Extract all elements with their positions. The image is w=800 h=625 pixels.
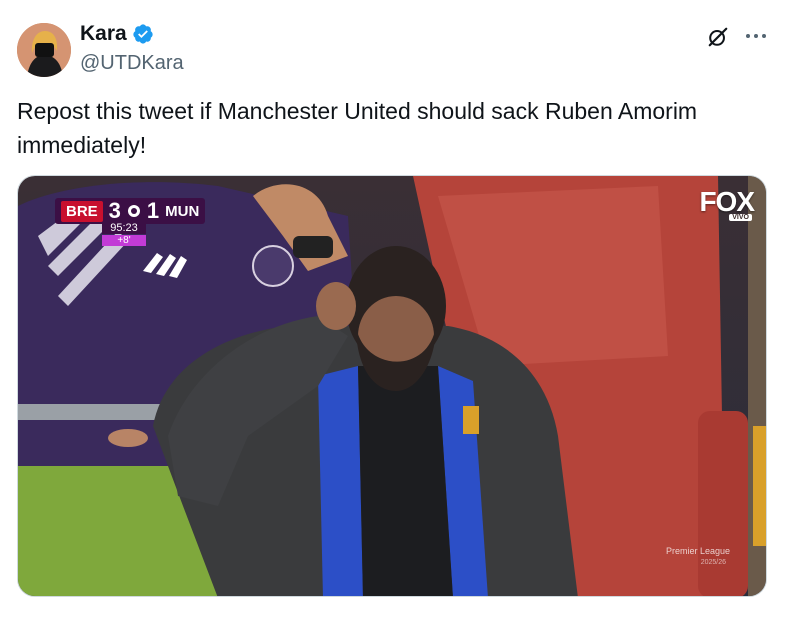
avatar-image — [17, 23, 71, 77]
away-team: MUN — [165, 202, 200, 220]
home-team: BRE — [61, 200, 103, 222]
match-clock: 95:23 — [102, 222, 146, 234]
grok-icon[interactable] — [707, 26, 729, 48]
verified-badge-icon — [133, 24, 153, 44]
away-score: 1 — [146, 198, 160, 223]
more-dots-icon[interactable] — [744, 28, 768, 44]
author-handle[interactable]: @UTDKara — [80, 52, 184, 75]
added-time: +8' — [102, 235, 146, 246]
avatar[interactable] — [17, 23, 71, 77]
scoreboard: BRE 3 1 MUN — [55, 198, 206, 224]
author-display-name[interactable]: Kara — [80, 22, 127, 46]
broadcaster-sub: VIVO — [729, 214, 752, 221]
premier-league-lion-icon — [127, 205, 140, 217]
tweet-media-image[interactable]: BRE 3 1 MUN 95:23 +8' FOX VIVO Premier L… — [17, 175, 767, 597]
home-score: 3 — [108, 198, 121, 223]
tweet-text: Repost this tweet if Manchester United s… — [17, 98, 698, 158]
author-name-row[interactable]: Kara — [80, 22, 154, 46]
league-watermark: Premier League — [665, 546, 730, 556]
league-season: 2025/26 — [700, 559, 726, 566]
